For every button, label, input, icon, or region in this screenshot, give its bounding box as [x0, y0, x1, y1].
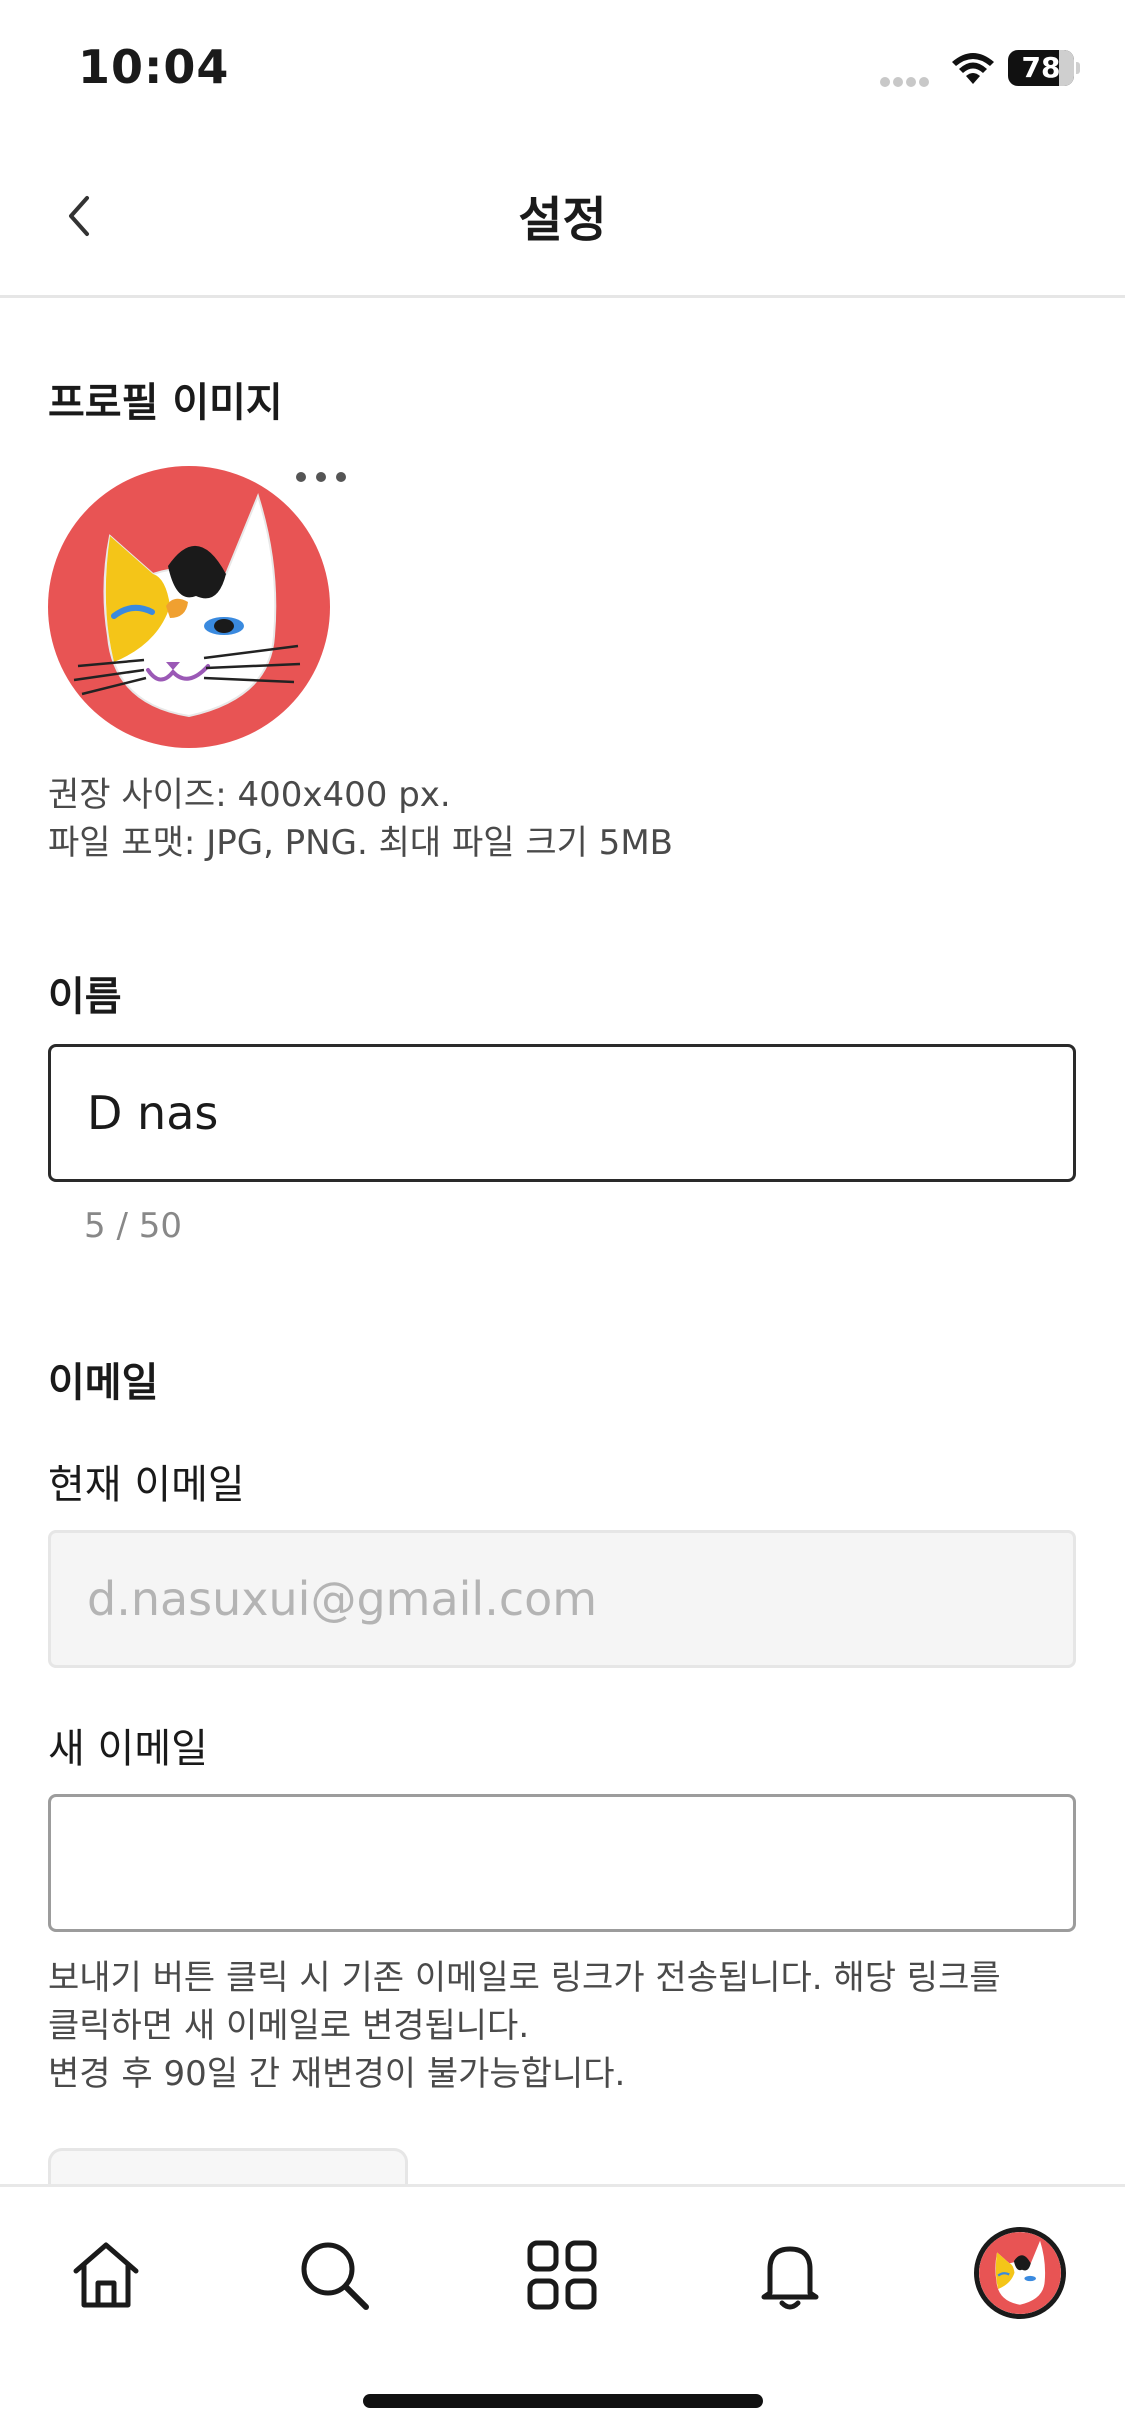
cellular-signal-icon — [880, 72, 936, 87]
current-email-value: d.nasuxui@gmail.com — [87, 1572, 598, 1626]
avatar-more-options-button[interactable] — [296, 462, 346, 492]
home-indicator — [363, 2394, 763, 2408]
cat-avatar-image — [48, 466, 330, 748]
wifi-icon — [952, 53, 994, 84]
email-help-line-1: 보내기 버튼 클릭 시 기존 이메일로 링크가 전송됩니다. 해당 링크를 — [48, 1958, 1001, 1998]
profile-avatar-icon — [979, 2232, 1061, 2314]
new-email-input[interactable] — [48, 1794, 1076, 1932]
email-help-line-2: 클릭하면 새 이메일로 변경됩니다. — [48, 2006, 530, 2046]
name-input[interactable]: D nas — [48, 1044, 1076, 1182]
battery-icon: 78 — [1008, 50, 1080, 86]
dot-icon — [316, 472, 326, 482]
bell-icon — [761, 2246, 819, 2310]
grid-icon — [527, 2240, 597, 2310]
email-help-line-3: 변경 후 90일 간 재변경이 불가능합니다. — [48, 2054, 626, 2094]
tab-notifications[interactable] — [746, 2231, 834, 2319]
image-format-hint: 파일 포맷: JPG, PNG. 최대 파일 크기 5MB — [48, 823, 673, 863]
image-size-hint: 권장 사이즈: 400x400 px. — [48, 775, 451, 815]
name-input-value: D nas — [87, 1086, 219, 1140]
current-email-field: d.nasuxui@gmail.com — [48, 1530, 1076, 1668]
nav-header: 설정 — [0, 140, 1125, 298]
status-time: 10:04 — [78, 40, 230, 94]
tab-apps[interactable] — [518, 2231, 606, 2319]
new-email-label: 새 이메일 — [48, 1726, 208, 1772]
home-icon — [73, 2242, 139, 2308]
tab-profile[interactable] — [974, 2227, 1066, 2319]
name-title: 이름 — [48, 974, 122, 1020]
dot-icon — [296, 472, 306, 482]
tab-home[interactable] — [62, 2231, 150, 2319]
profile-avatar[interactable] — [48, 466, 330, 748]
battery-percent: 78 — [1021, 51, 1061, 84]
search-icon — [301, 2242, 369, 2310]
current-email-label: 현재 이메일 — [48, 1462, 245, 1508]
dot-icon — [336, 472, 346, 482]
status-bar: 10:04 78 — [0, 0, 1125, 140]
tab-search[interactable] — [290, 2231, 378, 2319]
email-title: 이메일 — [48, 1360, 159, 1406]
name-char-count: 5 / 50 — [84, 1206, 182, 1246]
profile-image-title: 프로필 이미지 — [48, 380, 283, 426]
page-title: 설정 — [518, 192, 607, 248]
